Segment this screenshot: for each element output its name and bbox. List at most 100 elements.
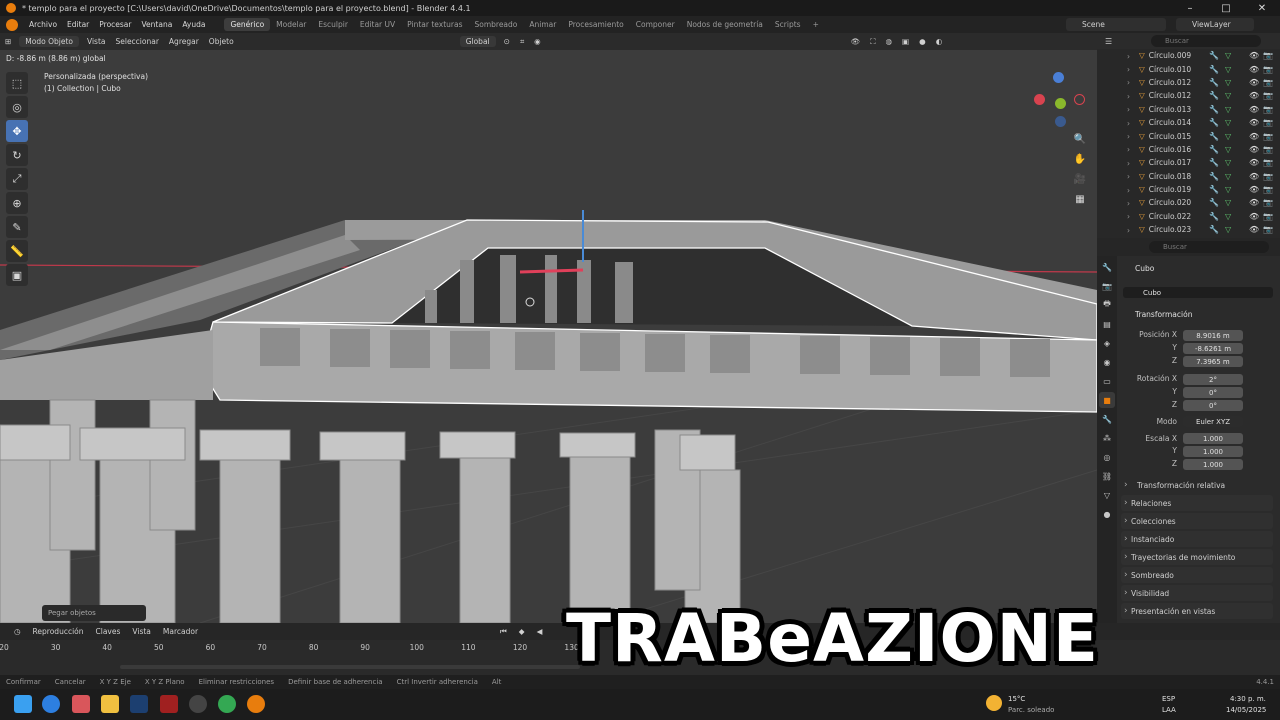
rotation-x-field[interactable]: 2°	[1183, 374, 1243, 385]
expand-icon[interactable]: ›	[1127, 172, 1135, 181]
add-cube-tool[interactable]: ▣	[6, 264, 28, 286]
annotate-tool[interactable]: ✎	[6, 216, 28, 238]
3d-viewport[interactable]: D: -8.86 m (8.86 m) global Personalizada…	[0, 50, 1097, 623]
outliner-item[interactable]: › ▽ Círculo.014 🔧 ▽ 👁 📷	[1097, 116, 1280, 129]
scale-y-field[interactable]: 1.000	[1183, 446, 1243, 457]
transform-tool[interactable]: ⊕	[6, 192, 28, 214]
scale-tool[interactable]: ⤢	[6, 168, 28, 190]
camera-render-icon[interactable]: 📷	[1263, 105, 1273, 114]
material-tab-icon[interactable]: ●	[1099, 506, 1115, 522]
scale-x-field[interactable]: 1.000	[1183, 433, 1243, 444]
properties-section[interactable]: Relaciones	[1121, 495, 1273, 511]
menu-ventana[interactable]: Ventana	[137, 20, 178, 29]
prev-keyframe-icon[interactable]: ◆	[513, 627, 531, 636]
overlay-toggle-icon[interactable]: ◍	[881, 37, 898, 46]
chrome-icon[interactable]	[218, 695, 236, 713]
tab-modelar[interactable]: Modelar	[270, 18, 312, 31]
expand-icon[interactable]: ›	[1127, 78, 1135, 87]
outliner-search[interactable]: Buscar	[1151, 35, 1261, 47]
object-name-field[interactable]: Cubo	[1123, 287, 1273, 298]
camera-icon[interactable]: 🎥	[1071, 170, 1089, 188]
outliner-item[interactable]: › ▽ Círculo.020 🔧 ▽ 👁 📷	[1097, 196, 1280, 209]
eye-icon[interactable]: 👁	[1249, 51, 1259, 60]
properties-section[interactable]: Trayectorias de movimiento	[1121, 549, 1273, 565]
snap-icon[interactable]: ⌗	[515, 37, 529, 47]
camera-render-icon[interactable]: 📷	[1263, 198, 1273, 207]
view-layer-selector[interactable]: ViewLayer	[1176, 18, 1254, 31]
modifier-tab-icon[interactable]: 🔧	[1099, 411, 1115, 427]
camera-render-icon[interactable]: 📷	[1263, 225, 1273, 234]
data-tab-icon[interactable]: ▽	[1099, 487, 1115, 503]
camera-render-icon[interactable]: 📷	[1263, 158, 1273, 167]
expand-icon[interactable]: ›	[1127, 52, 1135, 61]
zoom-icon[interactable]: 🔍	[1071, 130, 1089, 148]
minimize-button[interactable]: –	[1172, 0, 1208, 16]
tab-componer[interactable]: Componer	[630, 18, 681, 31]
gizmo-y-axis[interactable]	[1055, 98, 1066, 109]
camera-render-icon[interactable]: 📷	[1263, 65, 1273, 74]
gizmo-neg-z-axis[interactable]	[1055, 116, 1066, 127]
gizmo-z-axis[interactable]	[1053, 72, 1064, 83]
tab-pintar-texturas[interactable]: Pintar texturas	[401, 18, 468, 31]
expand-icon[interactable]: ›	[1127, 199, 1135, 208]
properties-section[interactable]: Colecciones	[1121, 513, 1273, 529]
outliner-item[interactable]: › ▽ Círculo.009 🔧 ▽ 👁 📷	[1097, 49, 1280, 62]
pivot-icon[interactable]: ⊙	[499, 37, 515, 46]
menu-ayuda[interactable]: Ayuda	[177, 20, 210, 29]
obs-icon[interactable]	[189, 695, 207, 713]
rotate-tool[interactable]: ↻	[6, 144, 28, 166]
menu-claves[interactable]: Claves	[90, 627, 127, 636]
physics-tab-icon[interactable]: ◎	[1099, 449, 1115, 465]
shading-solid-icon[interactable]: ●	[914, 37, 931, 46]
eye-icon[interactable]: 👁	[1249, 118, 1259, 127]
orientation-dropdown[interactable]: Global	[459, 36, 496, 47]
scene-selector[interactable]: Scene	[1066, 18, 1166, 31]
pan-hand-icon[interactable]: ✋	[1071, 150, 1089, 168]
expand-icon[interactable]: ›	[1127, 65, 1135, 74]
properties-section[interactable]: Sombreado	[1121, 567, 1273, 583]
rotation-z-field[interactable]: 0°	[1183, 400, 1243, 411]
outliner-item[interactable]: › ▽ Círculo.015 🔧 ▽ 👁 📷	[1097, 129, 1280, 142]
properties-section[interactable]: Instanciado	[1121, 531, 1273, 547]
outliner-item[interactable]: › ▽ Círculo.017 🔧 ▽ 👁 📷	[1097, 156, 1280, 169]
camera-render-icon[interactable]: 📷	[1263, 51, 1273, 60]
cursor-tool[interactable]: ◎	[6, 96, 28, 118]
visibility-icon[interactable]: 👁	[846, 37, 866, 46]
file-explorer-icon[interactable]	[101, 695, 119, 713]
tab-animar[interactable]: Animar	[523, 18, 562, 31]
outliner-item[interactable]: › ▽ Círculo.013 🔧 ▽ 👁 📷	[1097, 103, 1280, 116]
clock-date[interactable]: 14/05/2025	[1226, 706, 1266, 714]
tab-esculpir[interactable]: Esculpir	[312, 18, 354, 31]
edge-browser-icon[interactable]	[42, 695, 60, 713]
outliner-item[interactable]: ›▽Círculo.023🔧▽👁📷	[1097, 223, 1280, 236]
tab-scripts[interactable]: Scripts	[769, 18, 807, 31]
menu-reproduccion[interactable]: Reproducción	[27, 627, 90, 636]
app-icon[interactable]	[160, 695, 178, 713]
eye-icon[interactable]: 👁	[1249, 65, 1259, 74]
collection-tab-icon[interactable]: ▭	[1099, 373, 1115, 389]
properties-section[interactable]: Presentación en vistas	[1121, 603, 1273, 619]
menu-archivo[interactable]: Archivo	[24, 20, 62, 29]
proportional-edit-icon[interactable]: ◉	[529, 37, 546, 46]
transform-panel-title[interactable]: Transformación	[1135, 310, 1192, 319]
rotation-y-field[interactable]: 0°	[1183, 387, 1243, 398]
editor-type-icon[interactable]: ⊞	[0, 37, 16, 46]
timeline-type-icon[interactable]: ◷	[8, 627, 27, 636]
location-z-field[interactable]: 7.3965 m	[1183, 356, 1243, 367]
blender-menu-icon[interactable]	[6, 18, 18, 31]
expand-icon[interactable]: ›	[1127, 119, 1135, 128]
xray-toggle-icon[interactable]: ▣	[897, 37, 914, 46]
tool-tab-icon[interactable]: 🔧	[1099, 259, 1115, 275]
camera-render-icon[interactable]: 📷	[1263, 91, 1273, 100]
tab-editar-uv[interactable]: Editar UV	[354, 18, 401, 31]
maximize-button[interactable]: □	[1208, 0, 1244, 16]
location-x-field[interactable]: 8.9016 m	[1183, 330, 1243, 341]
mode-dropdown[interactable]: Modo Objeto	[19, 36, 79, 47]
particles-tab-icon[interactable]: ⁂	[1099, 430, 1115, 446]
eye-icon[interactable]: 👁	[1249, 198, 1259, 207]
tab-nodos-geometria[interactable]: Nodos de geometría	[681, 18, 769, 31]
menu-vista-timeline[interactable]: Vista	[126, 627, 157, 636]
steam-icon[interactable]	[130, 695, 148, 713]
tab-generico[interactable]: Genérico	[224, 18, 271, 31]
constraints-tab-icon[interactable]: ⛓	[1099, 468, 1115, 484]
